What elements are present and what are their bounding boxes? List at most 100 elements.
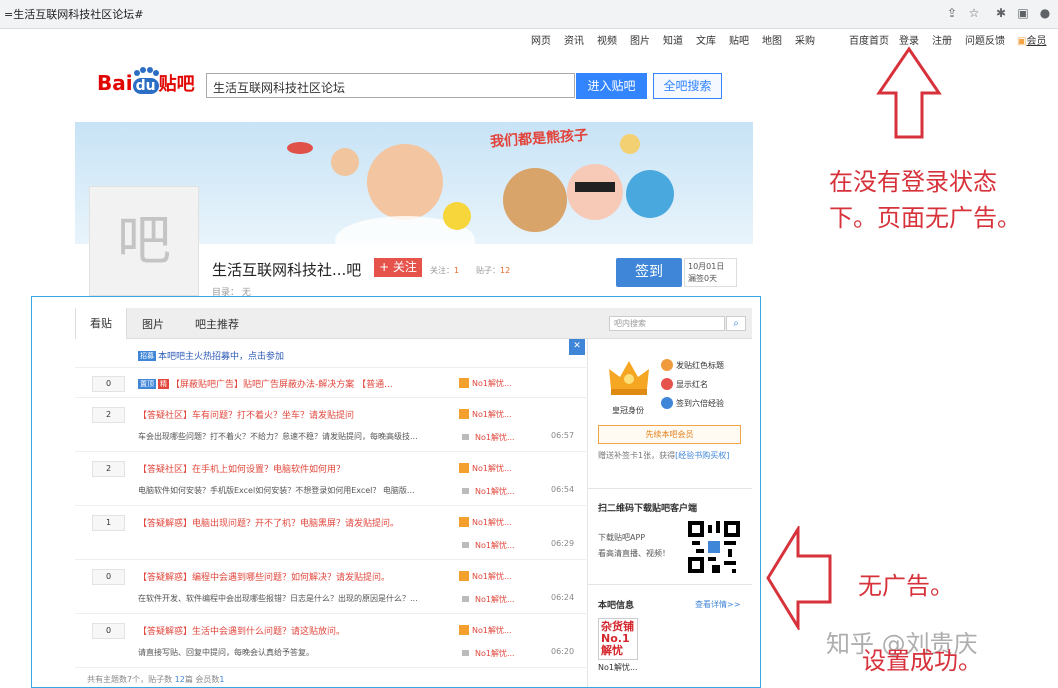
- perk-label: 发贴红色标题: [676, 361, 724, 370]
- enter-forum-button[interactable]: 进入贴吧: [576, 73, 647, 99]
- thread-author[interactable]: No1解忧...: [459, 378, 512, 389]
- comment-icon: [462, 650, 469, 656]
- thread-title[interactable]: 【答疑社区】车有问题？打不着火？坐车？请发贴提问: [138, 408, 354, 421]
- info-title: 本吧信息: [598, 601, 635, 611]
- thread-author[interactable]: No1解忧...: [459, 517, 512, 528]
- search-icon[interactable]: ⌕: [726, 316, 746, 331]
- thread-row[interactable]: 0 【答疑解惑】生活中会遇到什么问题？请这贴放问。 请直接写贴、回复中提问，每晚…: [75, 613, 586, 668]
- reply-time: 06:24: [551, 593, 575, 602]
- user-badge-icon: [459, 378, 469, 388]
- thread-title[interactable]: 招募 本吧吧主火热招募中，点击参加: [138, 349, 284, 362]
- search-input[interactable]: 生活互联网科技社区论坛: [206, 73, 575, 98]
- sign-info: 10月01日 漏签0天: [684, 258, 737, 287]
- sign-streak: 漏签0天: [688, 274, 718, 283]
- perk-label: 签到六倍经验: [676, 399, 724, 408]
- qr-text-2: 看高清直播、视频！: [598, 549, 670, 558]
- perk-exp: 签到六倍经验: [661, 397, 724, 409]
- annotation-top-line1: 在没有登录状态: [829, 168, 997, 196]
- info-more-link[interactable]: 查看详情>>: [695, 599, 740, 610]
- last-reply[interactable]: No1解忧...: [462, 594, 515, 605]
- last-reply[interactable]: No1解忧...: [462, 486, 515, 497]
- stat-members[interactable]: 1: [219, 675, 224, 684]
- nav-member[interactable]: ▣会员: [1017, 32, 1046, 47]
- thread-row[interactable]: 0 【答疑解惑】编程中会遇到哪些问题？如何解决？请发贴提问。 在软件开发、软件编…: [75, 559, 586, 614]
- nav-news[interactable]: 资讯: [564, 32, 584, 47]
- thread-author[interactable]: No1解忧...: [459, 463, 512, 474]
- forum-owner-badge[interactable]: 杂货铺 No.1 解忧: [598, 618, 638, 660]
- thread-row[interactable]: 1 【答疑解惑】电脑出现问题？开不了机？电脑黑屏？请发贴提问。 No1解忧...…: [75, 505, 586, 560]
- thread-title-text: 本吧吧主火热招募中，点击参加: [158, 352, 285, 362]
- thread-title[interactable]: 【答疑解惑】生活中会遇到什么问题？请这贴放问。: [138, 624, 345, 637]
- reply-author: No1解忧...: [475, 433, 515, 442]
- nav-tieba[interactable]: 贴吧: [729, 32, 749, 47]
- thread-row[interactable]: 招募 本吧吧主火热招募中，点击参加: [75, 339, 586, 368]
- nav-video[interactable]: 视频: [597, 32, 617, 47]
- author-name: No1解忧...: [472, 572, 512, 581]
- side-panel-icon[interactable]: ▣: [1015, 5, 1031, 21]
- tab-posts[interactable]: 看贴: [75, 308, 127, 339]
- qr-title: 扫二维码下载贴吧客户端: [598, 504, 698, 514]
- posts-stat: 贴子：12: [476, 265, 510, 276]
- nav-purchase[interactable]: 采购: [795, 32, 815, 47]
- nav-baidu-home[interactable]: 百度首页: [849, 32, 889, 47]
- perk-label: 显示红名: [676, 380, 708, 389]
- owner-name[interactable]: No1解忧...: [598, 662, 638, 673]
- thread-excerpt: 车会出现哪些问题？打不着火？不给力？怠速不稳？请发贴提问，每晚高级技...: [138, 432, 418, 441]
- tag-featured: 精: [158, 379, 169, 389]
- comment-icon: [462, 542, 469, 548]
- renew-member-button[interactable]: 先续本吧会员: [598, 425, 741, 444]
- thread-row[interactable]: 2 【答疑社区】在手机上如何设置？电脑软件如何用？ 电脑软件如何安装？手机版Ex…: [75, 451, 586, 506]
- author-name: No1解忧...: [472, 410, 512, 419]
- nav-register[interactable]: 注册: [932, 32, 952, 47]
- thread-excerpt: 电脑软件如何安装？手机版Excel如何安装？不想登录如何用Excel？ 电脑版.…: [138, 486, 415, 495]
- posts-count: 12: [500, 266, 511, 275]
- exp-perk-icon: [661, 397, 673, 409]
- crown-icon: [609, 361, 649, 395]
- thread-row[interactable]: 2 【答疑社区】车有问题？打不着火？坐车？请发贴提问 车会出现哪些问题？打不着火…: [75, 397, 586, 452]
- thread-title[interactable]: 置顶精【屏蔽贴吧广告】贴吧广告屏蔽办法-解决方案 【普通...: [138, 377, 393, 390]
- thread-title[interactable]: 【答疑解惑】编程中会遇到哪些问题？如何解决？请发贴提问。: [138, 570, 390, 583]
- gift-link[interactable]: [经验书购买权]: [675, 451, 729, 460]
- tab-images[interactable]: 图片: [142, 316, 164, 332]
- nav-map[interactable]: 地图: [762, 32, 782, 47]
- last-reply[interactable]: No1解忧...: [462, 432, 515, 443]
- sign-in-button[interactable]: 签到: [616, 258, 682, 287]
- bookmark-star-icon[interactable]: ☆: [966, 5, 982, 21]
- browser-address-bar[interactable]: =生活互联网科技社区论坛# ⇪ ☆ ✱ ▣ ●: [0, 0, 1058, 29]
- tab-recommend[interactable]: 吧主推荐: [195, 316, 239, 332]
- follow-button[interactable]: + 关注: [374, 258, 422, 277]
- thread-excerpt: 在软件开发、软件编程中会出现哪些报错？日志是什么？出现的原因是什么？...: [138, 594, 418, 603]
- user-badge-icon: [459, 517, 469, 527]
- thread-author[interactable]: No1解忧...: [459, 571, 512, 582]
- thread-title[interactable]: 【答疑解惑】电脑出现问题？开不了机？电脑黑屏？请发贴提问。: [138, 516, 399, 529]
- nav-web[interactable]: 网页: [531, 32, 551, 47]
- nav-feedback[interactable]: 问题反馈: [965, 32, 1005, 47]
- nav-login[interactable]: 登录: [899, 32, 919, 47]
- thread-title[interactable]: 【答疑社区】在手机上如何设置？电脑软件如何用？: [138, 462, 345, 475]
- forum-search-input[interactable]: 吧内搜索: [609, 316, 725, 331]
- share-icon[interactable]: ⇪: [944, 5, 960, 21]
- nav-wenku[interactable]: 文库: [696, 32, 716, 47]
- crown-label: 皇冠身份: [612, 406, 644, 415]
- comment-icon: [462, 488, 469, 494]
- thread-author[interactable]: No1解忧...: [459, 625, 512, 636]
- search-all-button[interactable]: 全吧搜索: [653, 73, 722, 99]
- url-text[interactable]: =生活互联网科技社区论坛#: [4, 6, 143, 22]
- follow-stat: 关注：1: [430, 265, 459, 276]
- extensions-icon[interactable]: ✱: [993, 5, 1009, 21]
- reply-count: 2: [92, 407, 125, 423]
- perk-red-name: 显示红名: [661, 378, 708, 390]
- thread-row[interactable]: 0 置顶精【屏蔽贴吧广告】贴吧广告屏蔽办法-解决方案 【普通... No1解忧.…: [75, 367, 586, 398]
- annotation-bottom-line2: 设置成功。: [862, 647, 982, 675]
- thread-list: 招募 本吧吧主火热招募中，点击参加 0 置顶精【屏蔽贴吧广告】贴吧广告屏蔽办法-解…: [75, 339, 586, 687]
- profile-icon[interactable]: ●: [1037, 5, 1053, 21]
- logo-bai: Bai: [97, 71, 133, 95]
- last-reply[interactable]: No1解忧...: [462, 540, 515, 551]
- last-reply[interactable]: No1解忧...: [462, 648, 515, 659]
- logo-du: du: [132, 78, 159, 94]
- nav-zhidao[interactable]: 知道: [663, 32, 683, 47]
- thread-author[interactable]: No1解忧...: [459, 409, 512, 420]
- nav-image[interactable]: 图片: [630, 32, 650, 47]
- close-icon[interactable]: ✕: [569, 339, 585, 355]
- follow-count: 1: [454, 266, 460, 275]
